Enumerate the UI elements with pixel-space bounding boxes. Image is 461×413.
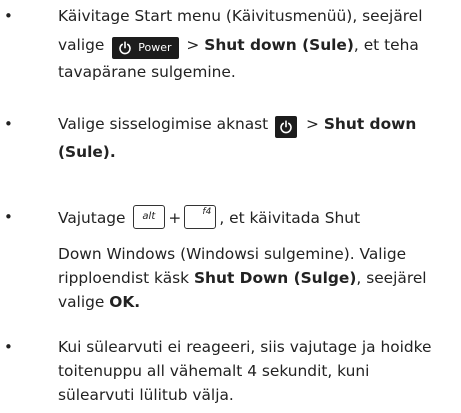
text: toitenuppu all vähemalt 4 sekundit, kuni — [58, 362, 370, 380]
bold-text: (Sule). — [58, 143, 116, 161]
text-line: valige Power > Shut down (Sule), et teha — [58, 33, 419, 59]
instruction-list: • Käivitage Start menu (Käivitusmenüü), … — [0, 0, 461, 413]
text-line: Valige sisselogimise aknast > Shut down — [58, 112, 416, 138]
text: Valige sisselogimise aknast — [58, 115, 269, 133]
text-line: tavapärane sulgemine. — [58, 60, 236, 85]
alt-key: alt — [133, 205, 166, 229]
text: tavapärane sulgemine. — [58, 63, 236, 81]
text-line: sülearvuti lülitub välja. — [58, 383, 234, 408]
bullet: • — [4, 115, 13, 133]
text: valige — [58, 36, 105, 54]
text: , et käivitada Shut — [219, 209, 361, 227]
bold-text: Shut Down (Sulge) — [193, 269, 357, 287]
text-line: Kui sülearvuti ei reageeri, siis vajutag… — [58, 335, 432, 360]
bold-text: Shut down (Sule) — [204, 36, 354, 54]
power-button-badge: Power — [112, 37, 179, 59]
bullet: • — [4, 338, 13, 356]
text: Down Windows (Windowsi sulgemine). Valig… — [58, 245, 407, 263]
text-line: Käivitage Start menu (Käivitusmenüü), se… — [58, 4, 423, 29]
bullet: • — [4, 7, 13, 25]
text-line: (Sule). — [58, 140, 116, 165]
text-line: ripploendist käsk Shut Down (Sulge), see… — [58, 266, 427, 291]
power-icon — [119, 41, 132, 55]
text-line: valige OK. — [58, 290, 140, 315]
power-icon — [275, 116, 298, 138]
plus-sign: + — [168, 209, 182, 227]
text: Käivitage Start menu (Käivitusmenüü), se… — [58, 7, 423, 25]
text: Vajutage — [58, 209, 126, 227]
text: valige — [58, 293, 105, 311]
text: > — [306, 115, 319, 133]
text-line: toitenuppu all vähemalt 4 sekundit, kuni — [58, 359, 369, 384]
bold-text: Shut down — [323, 115, 417, 133]
text: , et teha — [353, 36, 419, 54]
text: Kui sülearvuti ei reageeri, siis vajutag… — [58, 338, 432, 356]
text-line: Vajutage alt + f4 , et käivitada Shut — [58, 205, 360, 231]
text: ripploendist käsk — [58, 269, 190, 287]
power-label: Power — [138, 41, 172, 54]
text: sülearvuti lülitub välja. — [58, 386, 234, 404]
text: > — [186, 36, 200, 54]
text-line: Down Windows (Windowsi sulgemine). Valig… — [58, 242, 406, 267]
text: , seejärel — [356, 269, 427, 287]
bold-text: OK. — [109, 293, 141, 311]
f4-key: f4 — [184, 205, 217, 229]
bullet: • — [4, 208, 13, 226]
